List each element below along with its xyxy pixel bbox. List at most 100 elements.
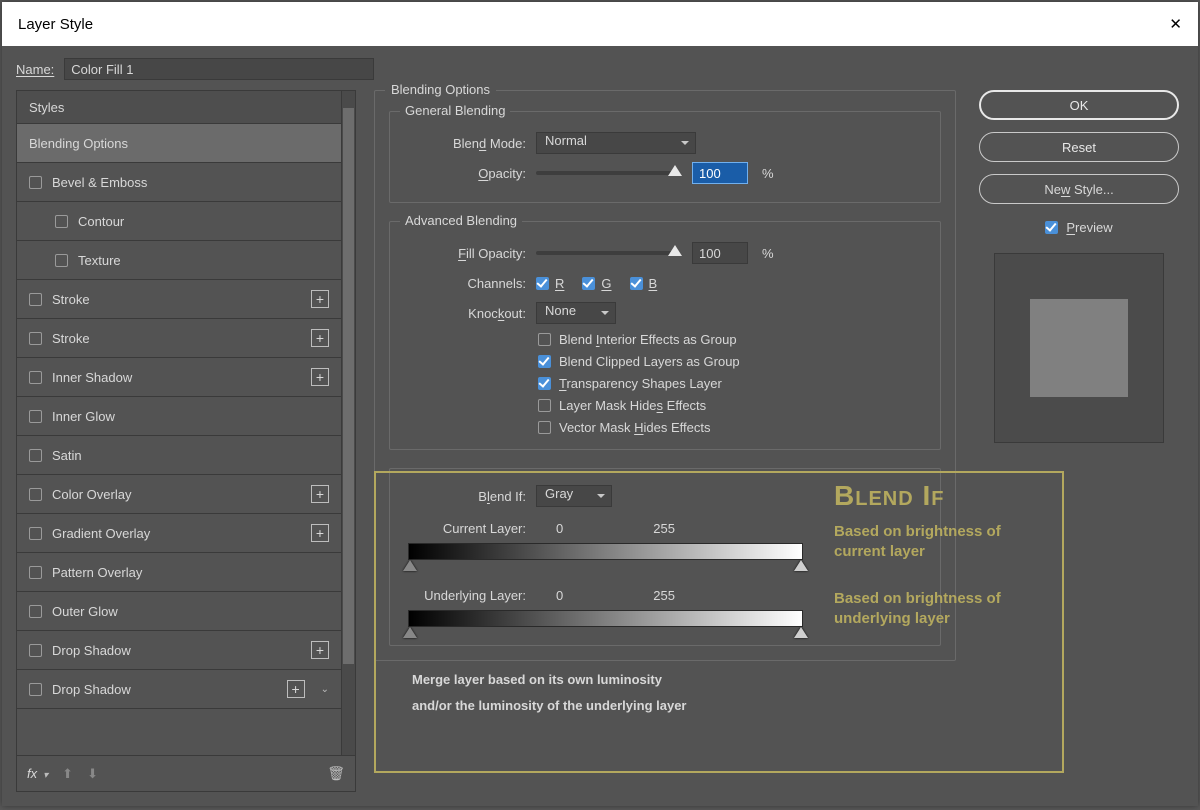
current-layer-gradient[interactable] xyxy=(408,543,803,560)
add-effect-icon[interactable]: + xyxy=(311,641,329,659)
style-item-stroke[interactable]: Stroke + xyxy=(17,280,341,319)
preview-thumbnail xyxy=(994,253,1164,443)
opacity-slider[interactable] xyxy=(536,171,676,175)
underlying-layer-gradient[interactable] xyxy=(408,610,803,627)
dialog-body: Name: StylesBlending OptionsBevel & Embo… xyxy=(2,46,1198,806)
slider-thumb-icon[interactable] xyxy=(668,165,682,176)
style-label: Outer Glow xyxy=(52,604,118,619)
style-checkbox[interactable] xyxy=(29,488,42,501)
style-checkbox[interactable] xyxy=(29,644,42,657)
style-label: Stroke xyxy=(52,292,90,307)
dialog-title: Layer Style xyxy=(18,16,93,33)
style-checkbox[interactable] xyxy=(29,683,42,696)
add-effect-icon[interactable]: + xyxy=(311,524,329,542)
blend-mode-label: Blend Mode: xyxy=(404,136,526,151)
gradient-handle-icon[interactable] xyxy=(794,627,808,638)
add-effect-icon[interactable]: + xyxy=(311,485,329,503)
blend-mode-select[interactable]: Normal xyxy=(536,132,696,154)
reset-button[interactable]: Reset xyxy=(979,132,1179,162)
style-checkbox[interactable] xyxy=(29,449,42,462)
fill-opacity-input[interactable] xyxy=(692,242,748,264)
vector-mask-hides-checkbox[interactable] xyxy=(538,421,551,434)
style-item-inner-shadow[interactable]: Inner Shadow+ xyxy=(17,358,341,397)
style-label: Color Overlay xyxy=(52,487,131,502)
style-checkbox[interactable] xyxy=(29,410,42,423)
transparency-shapes-label: Transparency Shapes Layer xyxy=(559,376,722,391)
add-effect-icon[interactable]: + xyxy=(311,290,329,308)
current-hi-value: 255 xyxy=(653,521,675,536)
preview-label: Preview xyxy=(1066,220,1112,235)
styles-panel: StylesBlending OptionsBevel & EmbossCont… xyxy=(16,90,356,792)
style-checkbox[interactable] xyxy=(29,176,42,189)
under-hi-value: 255 xyxy=(653,588,675,603)
style-item-contour[interactable]: Contour xyxy=(17,202,341,241)
styles-header: Styles xyxy=(17,91,341,124)
style-label: Inner Glow xyxy=(52,409,115,424)
channel-g-checkbox[interactable] xyxy=(582,277,595,290)
fill-opacity-slider[interactable] xyxy=(536,251,676,255)
move-down-icon[interactable]: ⬇ xyxy=(87,766,98,782)
style-checkbox[interactable] xyxy=(29,527,42,540)
move-up-icon[interactable]: ⬆ xyxy=(62,766,73,782)
preview-checkbox[interactable] xyxy=(1045,221,1058,234)
style-item-texture[interactable]: Texture xyxy=(17,241,341,280)
style-checkbox[interactable] xyxy=(29,293,42,306)
gradient-handle-icon[interactable] xyxy=(403,560,417,571)
layer-style-dialog: Layer Style ✕ Name: StylesBlending Optio… xyxy=(2,2,1198,806)
style-item-stroke[interactable]: Stroke+ xyxy=(17,319,341,358)
style-item-satin[interactable]: Satin xyxy=(17,436,341,475)
style-item-drop-shadow[interactable]: Drop Shadow + ⌄ xyxy=(17,670,341,709)
name-label: Name: xyxy=(16,62,54,77)
close-icon[interactable]: ✕ xyxy=(1169,15,1182,33)
layer-mask-hides-label: Layer Mask Hides Effects xyxy=(559,398,706,413)
blend-interior-checkbox[interactable] xyxy=(538,333,551,346)
style-label: Drop Shadow xyxy=(52,682,131,697)
knockout-select[interactable]: None xyxy=(536,302,616,324)
add-effect-icon[interactable]: + xyxy=(287,680,305,698)
add-effect-icon[interactable]: + xyxy=(311,368,329,386)
ok-button[interactable]: OK xyxy=(979,90,1179,120)
opacity-input[interactable] xyxy=(692,162,748,184)
general-blending-group: General Blending Blend Mode: Normal Opac… xyxy=(389,111,941,203)
current-layer-label: Current Layer: xyxy=(404,521,526,536)
style-label: Drop Shadow xyxy=(52,643,131,658)
style-checkbox[interactable] xyxy=(29,371,42,384)
style-item-drop-shadow[interactable]: Drop Shadow + xyxy=(17,631,341,670)
style-item-gradient-overlay[interactable]: Gradient Overlay + xyxy=(17,514,341,553)
blend-if-select[interactable]: Gray xyxy=(536,485,612,507)
trash-icon[interactable]: 🗑 xyxy=(327,765,345,782)
style-item-blending-options[interactable]: Blending Options xyxy=(17,124,341,163)
transparency-shapes-checkbox[interactable] xyxy=(538,377,551,390)
name-input[interactable] xyxy=(64,58,374,80)
slider-thumb-icon[interactable] xyxy=(668,245,682,256)
style-checkbox[interactable] xyxy=(29,605,42,618)
name-row: Name: xyxy=(16,58,1184,80)
style-checkbox[interactable] xyxy=(29,566,42,579)
chevron-down-icon: ⌄ xyxy=(321,684,329,695)
layer-mask-hides-checkbox[interactable] xyxy=(538,399,551,412)
options-panel: Blending Options General Blending Blend … xyxy=(374,90,956,792)
style-item-outer-glow[interactable]: Outer Glow xyxy=(17,592,341,631)
advanced-blending-title: Advanced Blending xyxy=(400,213,522,228)
channel-r-checkbox[interactable] xyxy=(536,277,549,290)
style-item-bevel-emboss[interactable]: Bevel & Emboss xyxy=(17,163,341,202)
gradient-handle-icon[interactable] xyxy=(403,627,417,638)
add-effect-icon[interactable]: + xyxy=(311,329,329,347)
vector-mask-hides-label: Vector Mask Hides Effects xyxy=(559,420,711,435)
channel-b-checkbox[interactable] xyxy=(630,277,643,290)
style-checkbox[interactable] xyxy=(29,332,42,345)
blend-clipped-checkbox[interactable] xyxy=(538,355,551,368)
fx-menu-icon[interactable]: fx▾ xyxy=(27,766,48,781)
gradient-handle-icon[interactable] xyxy=(794,560,808,571)
advanced-blending-group: Advanced Blending Fill Opacity: % Channe… xyxy=(389,221,941,450)
style-label: Gradient Overlay xyxy=(52,526,150,541)
style-item-pattern-overlay[interactable]: Pattern Overlay xyxy=(17,553,341,592)
style-checkbox[interactable] xyxy=(55,215,68,228)
style-checkbox[interactable] xyxy=(55,254,68,267)
channels-label: Channels: xyxy=(404,276,526,291)
new-style-button[interactable]: New Style... xyxy=(979,174,1179,204)
titlebar: Layer Style ✕ xyxy=(2,2,1198,46)
style-item-inner-glow[interactable]: Inner Glow xyxy=(17,397,341,436)
styles-scrollbar[interactable] xyxy=(341,91,355,755)
style-item-color-overlay[interactable]: Color Overlay + xyxy=(17,475,341,514)
